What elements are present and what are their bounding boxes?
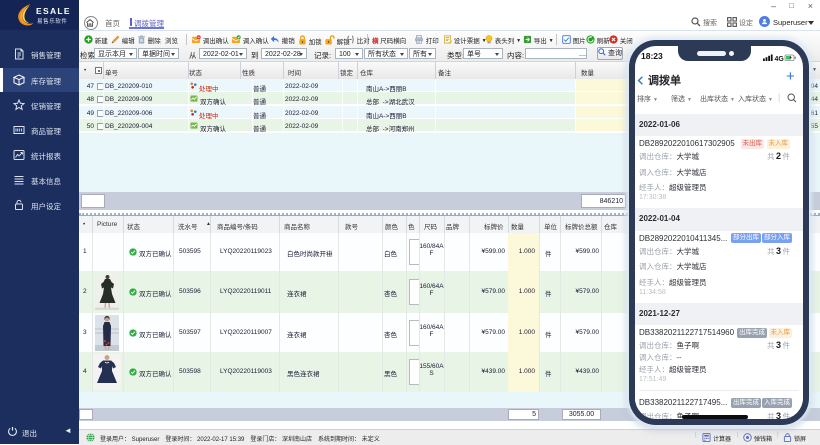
svg-text:4G: 4G <box>775 56 785 62</box>
